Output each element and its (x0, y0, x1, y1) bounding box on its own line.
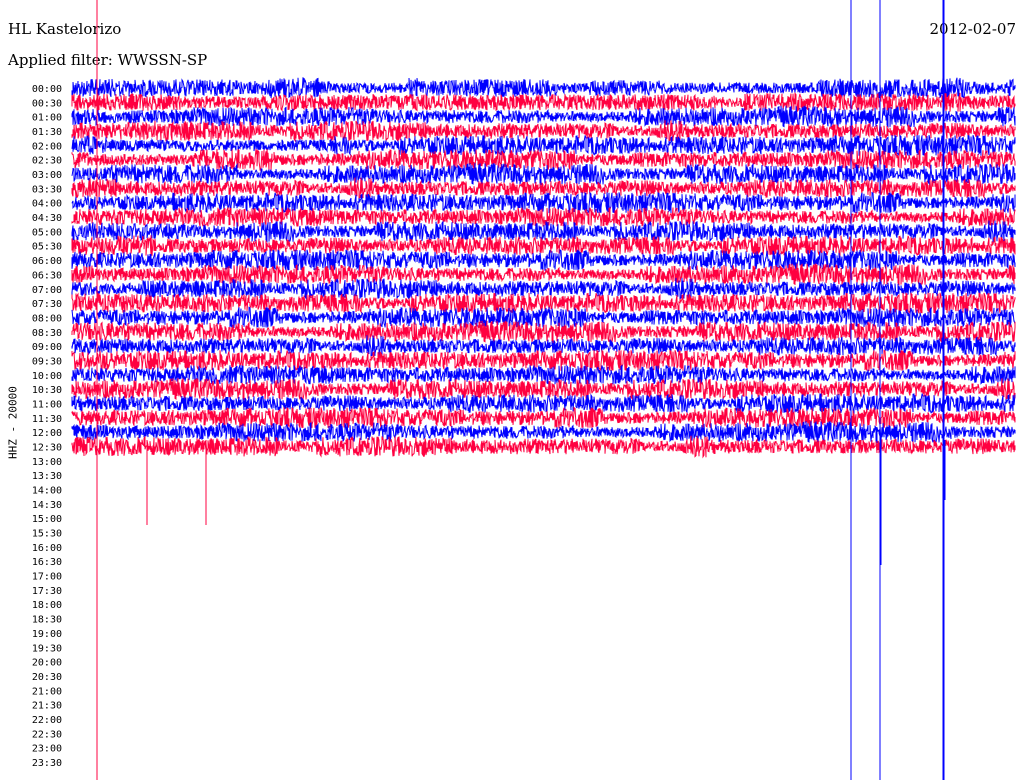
row-label-44: 22:00 (32, 715, 62, 726)
row-label-42: 21:00 (32, 686, 62, 697)
row-label-16: 08:00 (32, 313, 62, 324)
row-label-25: 12:30 (32, 443, 62, 454)
row-label-10: 05:00 (32, 227, 62, 238)
row-label-36: 18:00 (32, 600, 62, 611)
trace-group (71, 77, 1016, 459)
row-label-21: 10:30 (32, 385, 62, 396)
row-label-12: 06:00 (32, 256, 62, 267)
row-label-0: 00:00 (32, 84, 62, 95)
row-labels: 00:00 00:30 01:00 01:30 02:00 02:30 03:00 03:30… (32, 84, 62, 769)
row-label-29: 14:30 (32, 500, 62, 511)
row-label-3: 01:30 (32, 127, 62, 138)
row-label-31: 15:30 (32, 529, 62, 540)
row-label-45: 22:30 (32, 729, 62, 740)
row-label-23: 11:30 (32, 414, 62, 425)
seismogram-plot: 00:00 00:30 01:00 01:30 02:00 02:30 03:00 03:30… (32, 0, 1016, 780)
row-label-22: 11:00 (32, 399, 62, 410)
row-label-47: 23:30 (32, 758, 62, 769)
row-label-35: 17:30 (32, 586, 62, 597)
row-label-6: 03:00 (32, 170, 62, 181)
row-label-14: 07:00 (32, 285, 62, 296)
row-label-27: 13:30 (32, 471, 62, 482)
row-label-4: 02:00 (32, 141, 62, 152)
row-label-26: 13:00 (32, 457, 62, 468)
row-label-20: 10:00 (32, 371, 62, 382)
trace-row-1 (71, 92, 1016, 113)
row-label-38: 19:00 (32, 629, 62, 640)
row-label-32: 16:00 (32, 543, 62, 554)
row-label-34: 17:00 (32, 572, 62, 583)
row-label-24: 12:00 (32, 428, 62, 439)
row-label-18: 09:00 (32, 342, 62, 353)
row-label-19: 09:30 (32, 356, 62, 367)
row-label-39: 19:30 (32, 643, 62, 654)
row-label-28: 14:00 (32, 486, 62, 497)
row-label-17: 08:30 (32, 328, 62, 339)
trace-row-14 (71, 277, 1016, 301)
trace-row-25 (71, 435, 1016, 459)
row-label-41: 20:30 (32, 672, 62, 683)
row-label-7: 03:30 (32, 184, 62, 195)
row-label-43: 21:30 (32, 701, 62, 712)
row-label-11: 05:30 (32, 242, 62, 253)
row-label-1: 00:30 (32, 98, 62, 109)
row-label-30: 15:00 (32, 514, 62, 525)
row-label-5: 02:30 (32, 156, 62, 167)
row-label-2: 01:00 (32, 113, 62, 124)
row-label-15: 07:30 (32, 299, 62, 310)
trace-row-23 (71, 406, 1016, 429)
row-label-9: 04:30 (32, 213, 62, 224)
row-label-46: 23:00 (32, 744, 62, 755)
row-label-40: 20:00 (32, 658, 62, 669)
row-label-8: 04:00 (32, 199, 62, 210)
row-label-13: 06:30 (32, 270, 62, 281)
row-label-37: 18:30 (32, 615, 62, 626)
row-label-33: 16:30 (32, 557, 62, 568)
